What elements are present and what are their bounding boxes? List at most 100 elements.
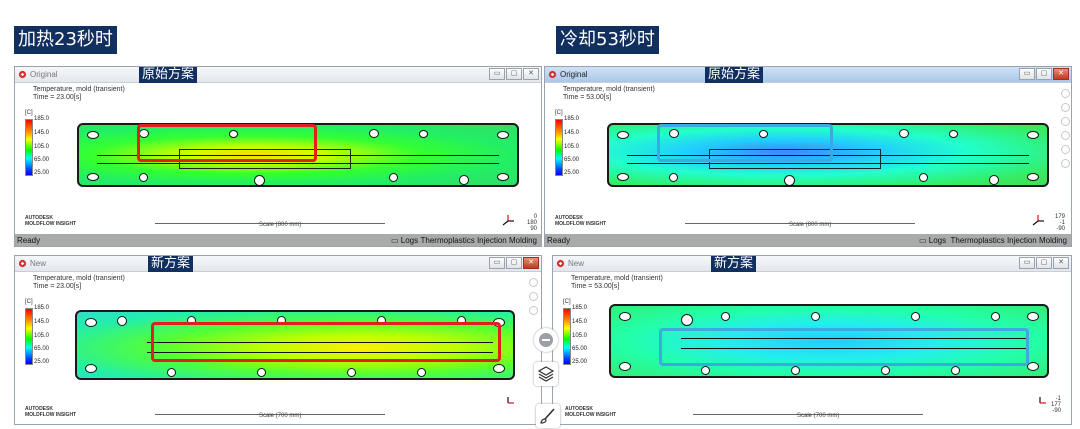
- layers-icon: [537, 366, 555, 382]
- window-cool-new: New 新方案 ▭ ▢ ✕ Temperature, mold (transie…: [552, 255, 1072, 425]
- minus-icon: [539, 333, 553, 347]
- legend-unit: [C]: [563, 299, 571, 305]
- titlebar: Original 原始方案 ▭ ▢ ✕: [545, 67, 1071, 83]
- scale-label: Scale (700 mm): [797, 413, 840, 419]
- titlebar: Original 原始方案 ▭ ▢ ✕: [15, 67, 541, 83]
- moldflow-app-icon: [556, 259, 565, 268]
- rotate-icon[interactable]: [528, 278, 538, 287]
- highlight-region: [151, 322, 501, 362]
- plot-title: Temperature, mold (transient) Time = 53.…: [563, 86, 655, 101]
- legend-tick: 105.0: [34, 144, 50, 150]
- layers-button[interactable]: [534, 362, 558, 386]
- logs-icon: ▭: [391, 236, 401, 245]
- legend-tick: 65.00: [34, 157, 50, 163]
- close-button[interactable]: ✕: [523, 68, 539, 80]
- status-bar: Ready ▭ Logs Thermoplastics Injection Mo…: [545, 234, 1071, 246]
- plot-title: Temperature, mold (transient) Time = 53.…: [571, 275, 663, 290]
- vendor-logo: AUTODESK MOLDFLOW INSIGHT: [555, 215, 607, 227]
- logs-button[interactable]: ▭ Logs: [919, 234, 946, 246]
- close-button[interactable]: ✕: [523, 257, 539, 269]
- scheme-tag: 新方案: [148, 256, 194, 272]
- status-ready: Ready: [547, 236, 571, 245]
- highlight-region: [137, 124, 317, 162]
- axis-readout: -1 177 -90: [1051, 396, 1062, 414]
- highlight-region: [659, 328, 1029, 366]
- scheme-tag: 新方案: [711, 256, 757, 272]
- zoom-icon[interactable]: [528, 306, 538, 315]
- color-scale-bar: [25, 308, 33, 365]
- legend-tick: 185.0: [34, 305, 50, 311]
- window-title: New: [30, 259, 47, 268]
- vendor-logo: AUTODESK MOLDFLOW INSIGHT: [25, 215, 77, 227]
- legend-tick: 145.0: [34, 319, 50, 325]
- view-toolbar: [528, 278, 538, 315]
- close-button[interactable]: ✕: [1053, 68, 1069, 80]
- maximize-button[interactable]: ▢: [1036, 68, 1052, 80]
- close-button[interactable]: ✕: [1053, 257, 1069, 269]
- minimize-button[interactable]: ▭: [1019, 257, 1035, 269]
- query-icon[interactable]: [1060, 159, 1070, 168]
- window-heat-original: Original 原始方案 ▭ ▢ ✕ Temperature, mold (t…: [14, 66, 542, 247]
- maximize-button[interactable]: ▢: [506, 257, 522, 269]
- legend-tick: 65.00: [34, 346, 50, 352]
- minimize-button[interactable]: ▭: [1019, 68, 1035, 80]
- moldflow-app-icon: [548, 70, 557, 79]
- status-bar: Ready ▭ Logs Thermoplastics Injection Mo…: [15, 234, 541, 246]
- pan-icon[interactable]: [1060, 103, 1070, 112]
- legend-tick: 145.0: [564, 130, 580, 136]
- axis-triad-icon: [502, 215, 514, 226]
- maximize-button[interactable]: ▢: [506, 68, 522, 80]
- vendor-logo: AUTODESK MOLDFLOW INSIGHT: [565, 406, 617, 418]
- minus-button[interactable]: [534, 328, 558, 352]
- scale-label: Scale (800 mm): [259, 222, 302, 228]
- legend-tick: 105.0: [572, 333, 588, 339]
- color-scale-bar: [563, 308, 571, 365]
- window-title: Original: [560, 70, 588, 79]
- legend-tick: 105.0: [34, 333, 50, 339]
- brush-button[interactable]: [536, 404, 560, 428]
- scale-label: Scale (700 mm): [259, 413, 302, 419]
- logs-button[interactable]: ▭ Logs: [391, 234, 418, 246]
- legend-tick: 25.00: [564, 170, 580, 176]
- titlebar: New 新方案 ▭ ▢ ✕: [553, 256, 1071, 272]
- rotate-icon[interactable]: [1060, 89, 1070, 98]
- pan-icon[interactable]: [528, 292, 538, 301]
- legend-tick: 25.00: [34, 359, 50, 365]
- window-title: Original: [30, 70, 58, 79]
- view-icon[interactable]: [1060, 145, 1070, 154]
- scale-label: Scale (800 mm): [789, 222, 832, 228]
- window-heat-new: New 新方案 ▭ ▢ ✕ Temperature, mold (transie…: [14, 255, 542, 425]
- color-scale-bar: [555, 119, 563, 176]
- fit-icon[interactable]: [1060, 131, 1070, 140]
- window-cool-original: Original 原始方案 ▭ ▢ ✕ Temperature, mold (t…: [544, 66, 1072, 247]
- legend-tick: 25.00: [34, 170, 50, 176]
- logs-icon: ▭: [919, 236, 929, 245]
- legend-unit: [C]: [555, 110, 563, 116]
- brush-icon: [540, 408, 555, 424]
- moldflow-app-icon: [18, 70, 27, 79]
- highlight-region: [657, 124, 833, 162]
- zoom-icon[interactable]: [1060, 117, 1070, 126]
- legend-tick: 25.00: [572, 359, 588, 365]
- minimize-button[interactable]: ▭: [489, 68, 505, 80]
- legend-tick: 185.0: [572, 305, 588, 311]
- scheme-tag: 原始方案: [705, 67, 764, 83]
- moldflow-app-icon: [18, 259, 27, 268]
- vendor-logo: AUTODESK MOLDFLOW INSIGHT: [25, 406, 77, 418]
- status-mode: Thermoplastics Injection Molding: [420, 236, 538, 245]
- view-toolbar: [1060, 89, 1070, 168]
- maximize-button[interactable]: ▢: [1036, 257, 1052, 269]
- minimize-button[interactable]: ▭: [489, 257, 505, 269]
- legend-unit: [C]: [25, 110, 33, 116]
- axis-triad-icon: [1032, 215, 1044, 226]
- plot-title: Temperature, mold (transient) Time = 23.…: [33, 275, 125, 290]
- axis-triad-icon: [507, 397, 514, 404]
- status-ready: Ready: [17, 236, 41, 245]
- legend-tick: 65.00: [564, 157, 580, 163]
- color-scale-bar: [25, 119, 33, 176]
- status-mode: Thermoplastics Injection Molding: [950, 236, 1068, 245]
- titlebar: New 新方案 ▭ ▢ ✕: [15, 256, 541, 272]
- axis-readout: 0 180 90: [527, 214, 538, 232]
- legend-tick: 185.0: [564, 116, 580, 122]
- scheme-tag: 原始方案: [139, 67, 198, 83]
